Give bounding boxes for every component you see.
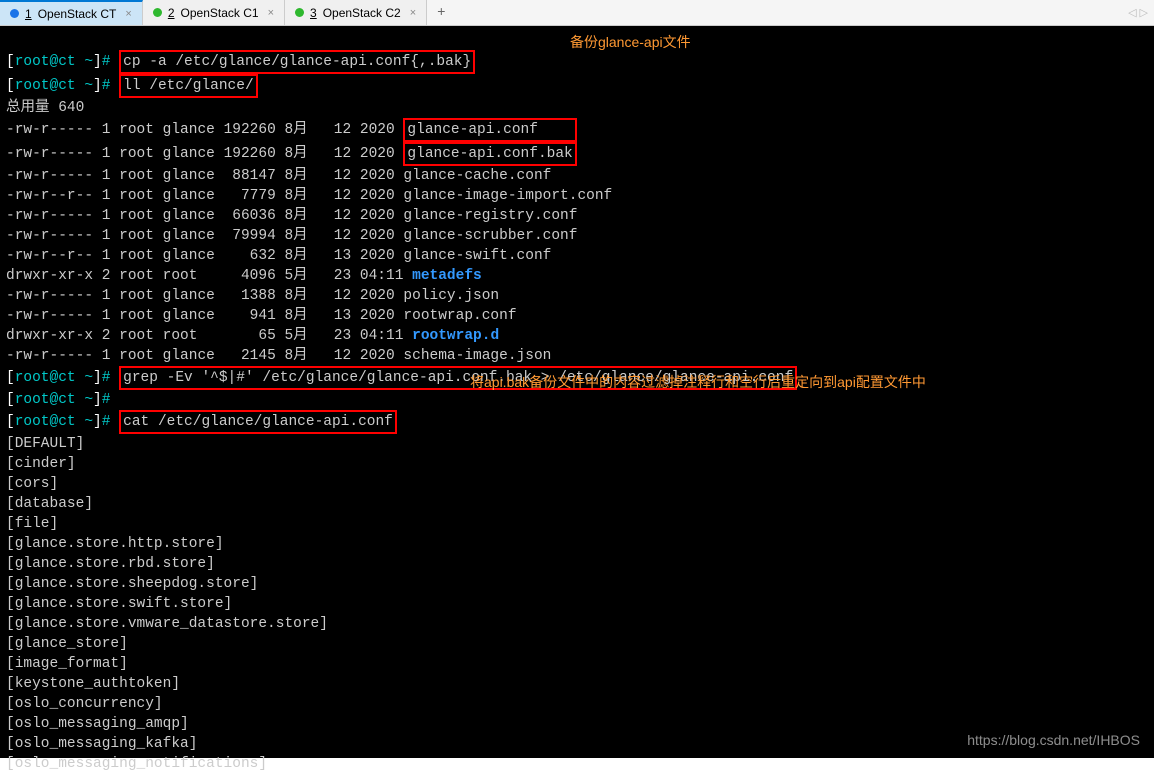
ls-row: -rw-r----- 1 root glance 2145 8月 12 2020… [6,348,551,364]
cat-line: [cors] [6,476,58,492]
annotation-filter: 将api.bak备份文件中的内容过滤掉注释行和空行后重定向到api配置文件中 [470,372,926,392]
tab-label: OpenStack CT [38,7,117,21]
cat-line: [database] [6,496,93,512]
tab-num: 3 [310,6,317,20]
cat-line: [oslo_messaging_kafka] [6,736,197,752]
highlight-file1: glance-api.conf [403,118,576,142]
tab-openstack-ct[interactable]: 1 OpenStack CT × [0,0,143,25]
highlight-cmd-cp: cp -a /etc/glance/glance-api.conf{,.bak} [119,50,475,74]
cmd-ll: ll /etc/glance/ [123,78,254,94]
tab-bar: 1 OpenStack CT × 2 OpenStack C1 × 3 Open… [0,0,1154,26]
status-dot-icon [153,8,162,17]
cat-line: [oslo_concurrency] [6,696,163,712]
cat-line: [DEFAULT] [6,436,84,452]
tab-label: OpenStack C1 [181,6,259,20]
tab-openstack-c1[interactable]: 2 OpenStack C1 × [143,0,285,25]
dir-rootwrapd: rootwrap.d [412,328,499,344]
status-dot-icon [10,9,19,18]
cmd-cp: cp -a /etc/glance/glance-api.conf{,.bak} [123,54,471,70]
prompt-user: root@ct [15,54,76,70]
highlight-cmd-cat: cat /etc/glance/glance-api.conf [119,410,397,434]
terminal[interactable]: [root@ct ~]# cp -a /etc/glance/glance-ap… [0,26,1154,758]
cat-line: [glance_store] [6,636,128,652]
status-dot-icon [295,8,304,17]
close-icon[interactable]: × [410,7,416,19]
annotation-backup: 备份glance-api文件 [570,32,691,52]
prompt-bracket: [ [6,54,15,70]
ls-row: -rw-r----- 1 root glance 192260 8月 12 20… [6,122,577,138]
cat-line: [glance.store.rbd.store] [6,556,215,572]
prompt-dir: ~ [84,54,93,70]
nav-left-icon[interactable]: ◁ [1128,6,1136,20]
dir-metadefs: metadefs [412,268,482,284]
cat-line: [glance.store.swift.store] [6,596,232,612]
ls-row: -rw-r----- 1 root glance 192260 8月 12 20… [6,146,577,162]
highlight-file2: glance-api.conf.bak [403,142,576,166]
cat-line: [glance.store.vmware_datastore.store] [6,616,328,632]
close-icon[interactable]: × [268,7,274,19]
nav-right-icon[interactable]: ▷ [1140,6,1148,20]
ls-row: -rw-r----- 1 root glance 1388 8月 12 2020… [6,288,499,304]
ls-row: -rw-r----- 1 root glance 88147 8月 12 202… [6,168,551,184]
cat-line: [glance.store.sheepdog.store] [6,576,258,592]
cat-line: [cinder] [6,456,76,472]
cat-line: [oslo_messaging_amqp] [6,716,189,732]
highlight-cmd-ll: ll /etc/glance/ [119,74,258,98]
tab-openstack-c2[interactable]: 3 OpenStack C2 × [285,0,427,25]
close-icon[interactable]: × [125,8,131,20]
cat-line: [oslo_messaging_notifications] [6,756,267,772]
watermark: https://blog.csdn.net/IHBOS [967,730,1140,750]
tab-num: 1 [25,7,32,21]
total-line: 总用量 640 [6,100,84,116]
tab-label: OpenStack C2 [323,6,401,20]
ls-row: -rw-r--r-- 1 root glance 632 8月 13 2020 … [6,248,551,264]
add-tab-button[interactable]: + [427,1,455,25]
cat-line: [file] [6,516,58,532]
tab-nav-arrows: ◁ ▷ [1128,6,1148,20]
ls-row: -rw-r----- 1 root glance 66036 8月 12 202… [6,208,577,224]
ls-row: drwxr-xr-x 2 root root 4096 5月 23 04:11 … [6,268,482,284]
ls-row: -rw-r----- 1 root glance 79994 8月 12 202… [6,228,577,244]
cmd-cat: cat /etc/glance/glance-api.conf [123,414,393,430]
ls-row: -rw-r--r-- 1 root glance 7779 8月 12 2020… [6,188,612,204]
ls-row: drwxr-xr-x 2 root root 65 5月 23 04:11 ro… [6,328,499,344]
cat-line: [glance.store.http.store] [6,536,224,552]
tab-num: 2 [168,6,175,20]
cat-line: [image_format] [6,656,128,672]
ls-row: -rw-r----- 1 root glance 941 8月 13 2020 … [6,308,517,324]
cat-line: [keystone_authtoken] [6,676,180,692]
